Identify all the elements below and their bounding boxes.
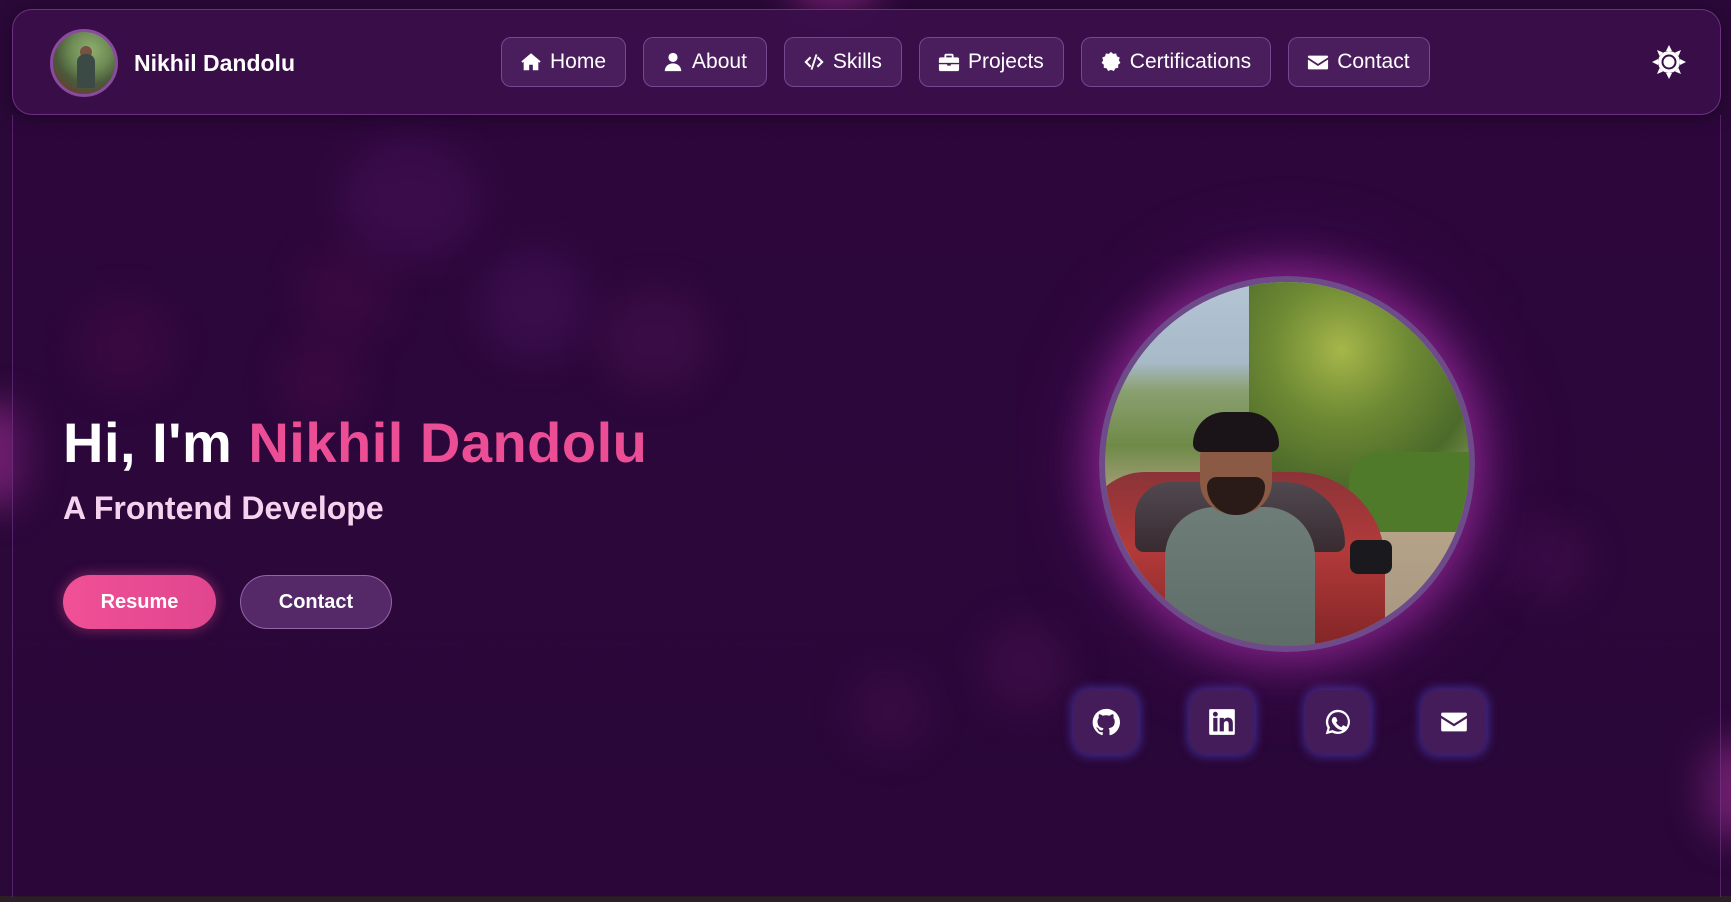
nav-projects[interactable]: Projects <box>918 37 1064 87</box>
nav-label: Certifications <box>1129 50 1252 73</box>
nav-certifications[interactable]: Certifications <box>1080 37 1272 87</box>
avatar <box>50 29 118 97</box>
nav-label: Home <box>550 50 607 73</box>
sun-icon <box>1652 45 1686 79</box>
nav-home[interactable]: Home <box>501 37 627 87</box>
nav-contact[interactable]: Contact <box>1288 37 1430 87</box>
contact-button[interactable]: Contact <box>240 575 392 629</box>
whatsapp-link[interactable] <box>1306 690 1370 754</box>
nav-label: Projects <box>967 50 1044 73</box>
nav-label: Contact <box>1337 50 1410 73</box>
theme-toggle-button[interactable] <box>1652 45 1686 79</box>
profile-photo <box>1099 276 1475 652</box>
linkedin-icon <box>1209 709 1235 735</box>
whatsapp-icon <box>1325 709 1350 735</box>
certificate-icon <box>1101 51 1121 71</box>
code-icon <box>804 54 824 70</box>
brand-name: Nikhil Dandolu <box>134 49 295 76</box>
nav-skills[interactable]: Skills <box>783 37 902 87</box>
email-icon <box>1441 712 1467 732</box>
email-link[interactable] <box>1422 690 1486 754</box>
linkedin-link[interactable] <box>1190 690 1254 754</box>
nav-about[interactable]: About <box>643 37 767 87</box>
site-header: Nikhil Dandolu Home About Skills Project… <box>12 9 1721 115</box>
envelope-icon <box>1308 55 1329 70</box>
github-icon <box>1092 708 1120 736</box>
home-icon <box>521 53 541 71</box>
social-links <box>1074 690 1486 754</box>
hero-title: Hi, I'm Nikhil Dandolu <box>63 410 647 475</box>
user-icon <box>664 52 682 72</box>
hero-greeting: Hi, I'm <box>63 411 249 474</box>
github-link[interactable] <box>1074 690 1138 754</box>
main-nav: Home About Skills Projects Certification… <box>501 37 1430 87</box>
brand[interactable]: Nikhil Dandolu <box>50 29 295 97</box>
nav-label: About <box>692 50 747 73</box>
hero-section: Hi, I'm Nikhil Dandolu A Frontend Develo… <box>12 115 1721 897</box>
briefcase-icon <box>938 53 960 72</box>
resume-button[interactable]: Resume <box>63 575 216 629</box>
hero-name: Nikhil Dandolu <box>248 411 648 474</box>
hero-subtitle: A Frontend Develope <box>63 490 384 526</box>
nav-label: Skills <box>832 50 882 73</box>
